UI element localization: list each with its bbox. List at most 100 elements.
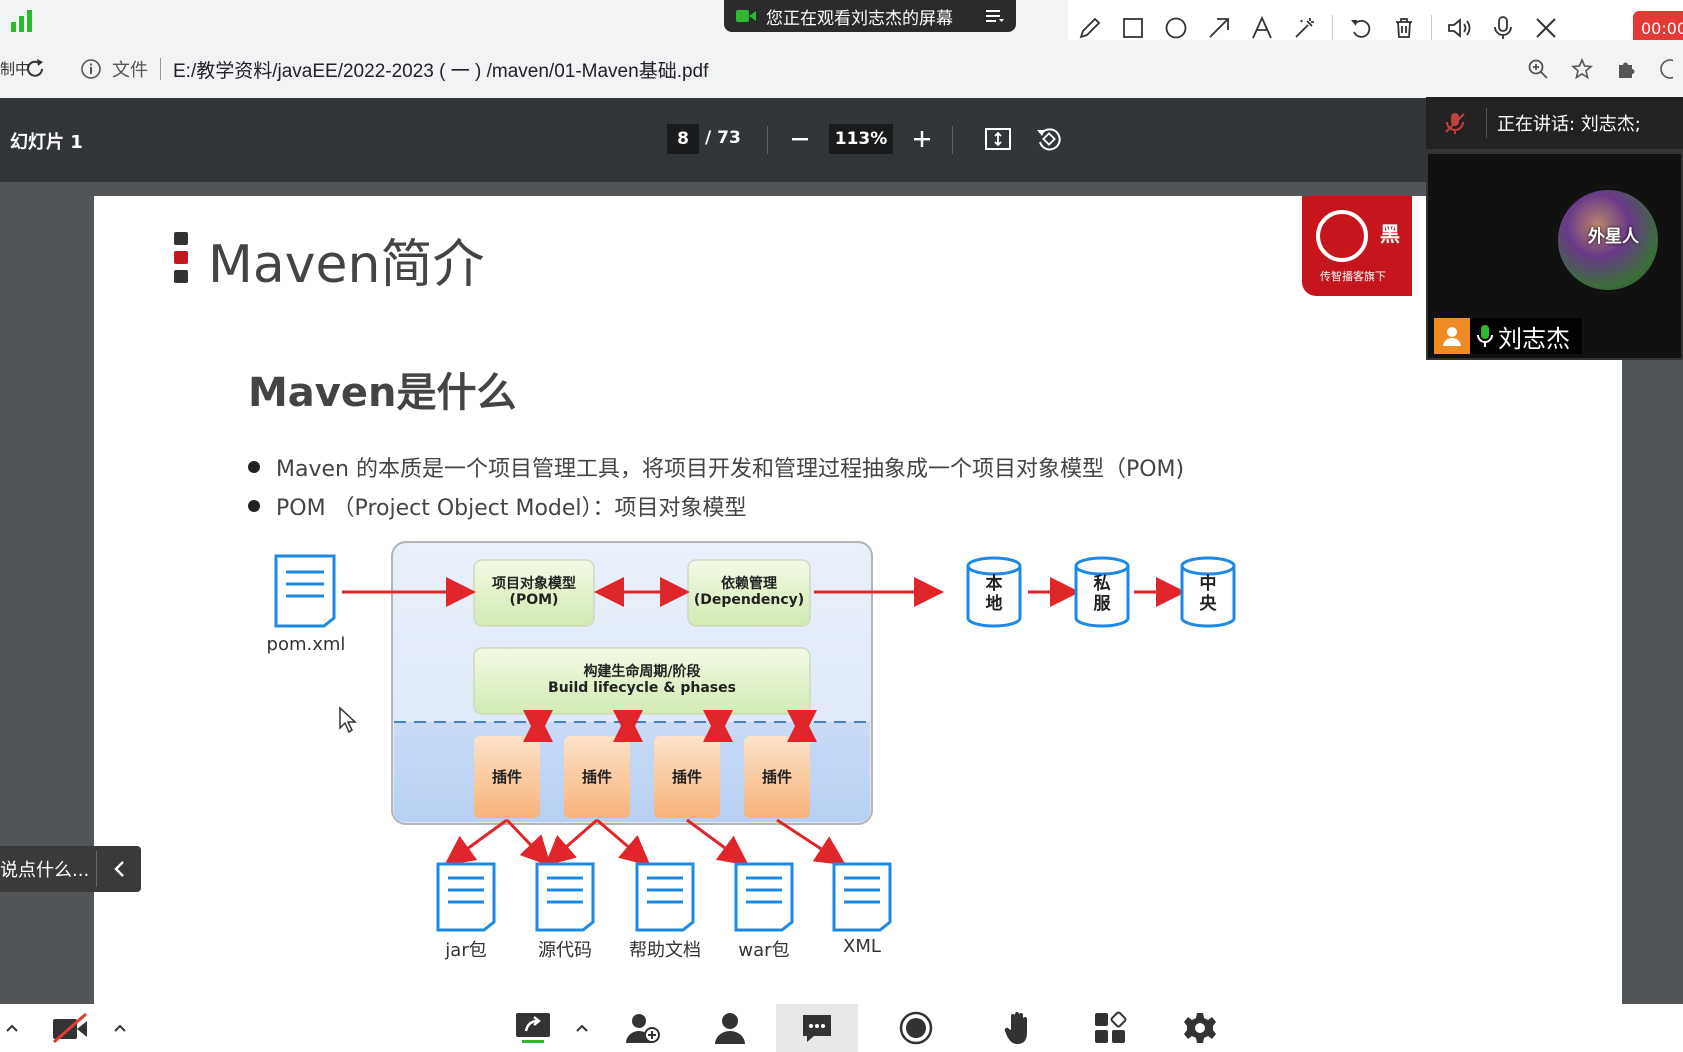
chevron-left-icon xyxy=(114,861,124,877)
repository-label-central: 中央 xyxy=(1199,574,1217,614)
output-label: 源代码 xyxy=(538,940,592,961)
plugin-label: 插件 xyxy=(491,768,522,786)
record-button[interactable] xyxy=(896,1004,936,1052)
lifecycle-box-line: Build lifecycle & phases xyxy=(548,680,736,696)
slide-title: Maven简介 xyxy=(208,235,485,295)
profile-icon[interactable] xyxy=(1659,58,1673,80)
participant-name-tag: 刘志杰 xyxy=(1434,318,1582,354)
reload-icon[interactable] xyxy=(24,58,46,80)
participant-video-tile[interactable]: 外星人 刘志杰 xyxy=(1426,152,1683,360)
repository-label-private: 私服 xyxy=(1093,574,1111,614)
share-options-button[interactable] xyxy=(572,1004,592,1052)
chat-bubble-icon xyxy=(803,1015,831,1042)
zoom-level-input[interactable]: 113% xyxy=(829,124,893,154)
camera-toggle-button[interactable] xyxy=(48,1004,92,1052)
microphone-on-icon xyxy=(1477,325,1493,347)
document-title: 幻灯片 1 xyxy=(10,132,83,153)
plugin-label: 插件 xyxy=(761,768,792,786)
invite-button[interactable] xyxy=(622,1004,662,1052)
audio-options-button[interactable] xyxy=(0,1004,24,1052)
text-icon xyxy=(1251,16,1272,39)
pom-box-line: 项目对象模型 xyxy=(492,576,576,592)
pom-file-icon xyxy=(274,554,336,628)
chevron-up-icon xyxy=(114,1024,126,1032)
output-file-icon xyxy=(734,862,794,932)
lifecycle-box-line: 构建生命周期/阶段 xyxy=(583,664,701,680)
rotate-icon[interactable] xyxy=(1034,124,1064,154)
network-signal-icon[interactable] xyxy=(8,6,36,34)
close-icon xyxy=(1535,18,1556,38)
share-banner-text: 您正在观看刘志杰的屏幕 xyxy=(766,8,953,29)
page-total: / 73 xyxy=(705,128,741,148)
pom-box-line: (POM) xyxy=(509,592,559,608)
camera-off-icon xyxy=(53,1012,87,1044)
output-file-icon xyxy=(535,862,595,932)
chat-button[interactable] xyxy=(776,1004,858,1052)
magic-wand-icon xyxy=(1294,18,1314,38)
speaking-mic-icon xyxy=(1445,113,1465,134)
bullet-text: POM （Project Object Model）：项目对象模型 xyxy=(276,496,747,521)
chat-input-pill[interactable]: 说点什么... xyxy=(0,846,141,892)
url-field[interactable]: 文件 E:/教学资料/javaEE/2022-2023 ( 一 ) /maven… xyxy=(66,50,1526,88)
bullet-dot xyxy=(248,461,260,473)
plugin-label: 插件 xyxy=(671,768,702,786)
output-label: XML xyxy=(843,936,881,957)
raise-hand-icon xyxy=(1004,1012,1027,1044)
host-person-icon xyxy=(1434,318,1470,354)
zoom-out-button[interactable] xyxy=(786,124,814,154)
browser-address-bar: 制中 文件 E:/教学资料/javaEE/2022-2023 ( 一 ) /ma… xyxy=(0,40,1683,98)
output-file-icon xyxy=(635,862,695,932)
file-scheme-label: 文件 xyxy=(112,60,148,81)
pom-file-label: pom.xml xyxy=(266,634,346,655)
zoom-icon[interactable] xyxy=(1527,58,1549,80)
screen-share-banner[interactable]: 您正在观看刘志杰的屏幕 xyxy=(724,0,1016,32)
share-screen-button[interactable] xyxy=(510,1004,556,1052)
plugin-label: 插件 xyxy=(581,768,612,786)
circle-icon xyxy=(1165,17,1186,39)
meeting-top-bar: 您正在观看刘志杰的屏幕 00:00 xyxy=(0,0,1683,56)
pom-box-label: 项目对象模型 (POM) xyxy=(474,576,594,608)
output-file-icon xyxy=(832,862,892,932)
rectangle-icon xyxy=(1122,18,1143,38)
diagram-graphics xyxy=(274,541,1236,932)
brand-logo-text: 黑 xyxy=(1380,222,1400,246)
chat-placeholder: 说点什么... xyxy=(0,860,90,881)
output-label: jar包 xyxy=(445,940,487,961)
camera-options-button[interactable] xyxy=(108,1004,132,1052)
apps-button[interactable] xyxy=(1090,1004,1130,1052)
dependency-box-line: (Dependency) xyxy=(693,592,805,608)
raise-hand-button[interactable] xyxy=(998,1004,1038,1052)
brand-swirl-icon xyxy=(1316,210,1368,262)
slide-page: Maven简介 黑 传智播客旗下 Maven是什么 Maven 的本质是一个项目… xyxy=(94,196,1622,1004)
add-user-icon xyxy=(626,1014,660,1043)
chevron-up-icon xyxy=(6,1024,18,1032)
zoom-in-button[interactable] xyxy=(908,124,936,154)
output-file-icon xyxy=(436,862,496,932)
collapse-chat-button[interactable] xyxy=(97,859,141,879)
settings-button[interactable] xyxy=(1180,1004,1220,1052)
bullet-item: Maven 的本质是一个项目管理工具，将项目开发和管理过程抽象成一个项目对象模型… xyxy=(248,451,1184,483)
repository-label-local: 本地 xyxy=(985,574,1003,614)
brand-logo-subtext: 传智播客旗下 xyxy=(1320,270,1386,283)
extensions-puzzle-icon[interactable] xyxy=(1615,58,1637,80)
fit-page-icon[interactable] xyxy=(983,124,1013,154)
speaker-icon xyxy=(1447,18,1470,38)
toolbar-divider xyxy=(767,126,768,154)
participants-button[interactable] xyxy=(710,1004,750,1052)
meeting-control-bar xyxy=(0,1004,1683,1052)
dependency-box-line: 依赖管理 xyxy=(721,576,777,592)
brand-logo: 黑 传智播客旗下 xyxy=(1302,196,1412,296)
undo-icon xyxy=(1350,19,1370,38)
toolbar-divider xyxy=(1332,15,1333,41)
toolbar-divider xyxy=(952,126,953,154)
url-text: E:/教学资料/javaEE/2022-2023 ( 一 ) /maven/01… xyxy=(173,60,709,82)
dependency-box-label: 依赖管理 (Dependency) xyxy=(688,576,810,608)
avatar-caption: 外星人 xyxy=(1588,227,1639,247)
microphone-icon xyxy=(1493,16,1512,39)
bookmark-star-icon[interactable] xyxy=(1571,58,1593,80)
pencil-icon xyxy=(1079,17,1100,39)
page-number-input[interactable]: 8 xyxy=(667,124,699,154)
menu-icon[interactable] xyxy=(986,9,1004,23)
info-icon[interactable] xyxy=(80,58,102,80)
arrow-icon xyxy=(1208,18,1229,38)
